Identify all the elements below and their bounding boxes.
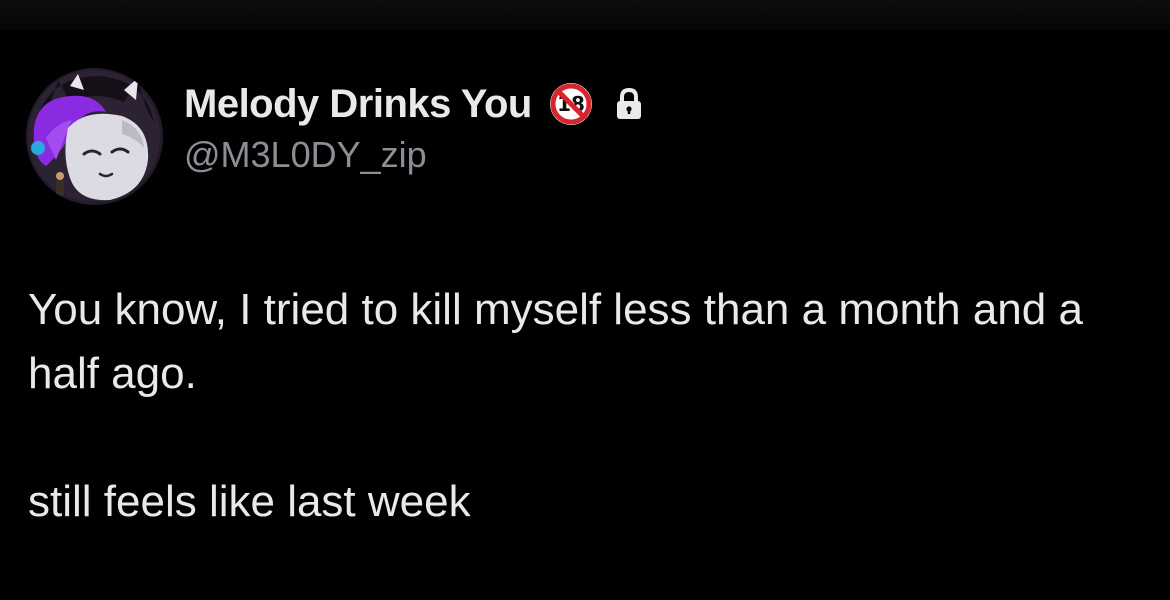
tweet-card[interactable]: Melody Drinks You 18 <box>0 30 1170 600</box>
tweet-text-paragraph-1: You know, I tried to kill myself less th… <box>28 285 1083 398</box>
no-under-18-icon: 18 <box>548 81 594 127</box>
author-handle[interactable]: @M3L0DY_zip <box>184 134 644 176</box>
tweet-header: Melody Drinks You 18 <box>26 68 1126 208</box>
lock-icon <box>614 87 644 121</box>
avatar-icon <box>26 68 163 205</box>
author-name-row: Melody Drinks You 18 <box>184 78 644 130</box>
author-display-name[interactable]: Melody Drinks You <box>184 82 532 127</box>
top-status-strip <box>0 0 1170 30</box>
author-identity: Melody Drinks You 18 <box>184 78 644 176</box>
tweet-text: You know, I tried to kill myself less th… <box>28 278 1148 534</box>
tweet-text-paragraph-2: still feels like last week <box>28 477 471 526</box>
avatar[interactable] <box>26 68 163 205</box>
